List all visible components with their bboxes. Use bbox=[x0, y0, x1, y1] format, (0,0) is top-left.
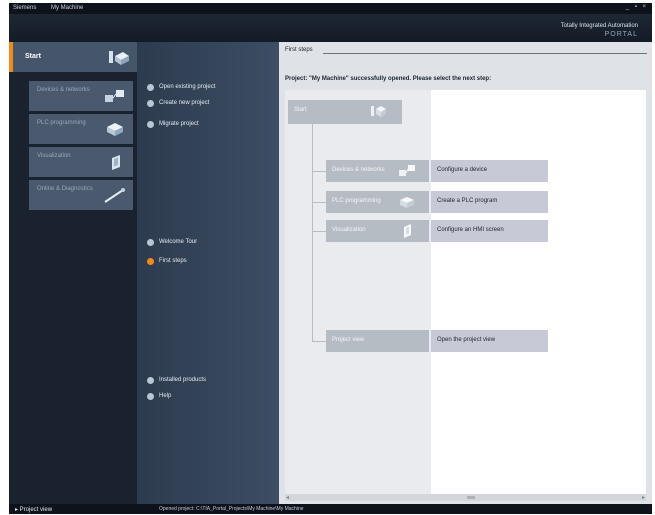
bullet-icon bbox=[147, 100, 154, 107]
connector-branch bbox=[312, 171, 326, 172]
step-description-project-view[interactable]: Open the project view bbox=[431, 330, 548, 352]
horizontal-scrollbar[interactable]: ◂ ▸ bbox=[285, 494, 646, 501]
title-divider bbox=[323, 53, 647, 54]
diagnostics-probe-icon bbox=[104, 188, 125, 203]
network-devices-icon bbox=[105, 90, 124, 102]
hmi-panel-icon bbox=[404, 224, 411, 238]
page-title: First steps bbox=[285, 47, 313, 53]
step-devices-networks[interactable]: Devices & networks bbox=[326, 160, 429, 182]
step-visualization[interactable]: Visualization bbox=[326, 220, 429, 242]
active-accent-bar bbox=[9, 42, 13, 72]
project-name: My Machine bbox=[51, 5, 84, 11]
start-cube-icon bbox=[109, 51, 129, 65]
step-description: Configure an HMI screen bbox=[437, 227, 504, 233]
connector-branch bbox=[312, 341, 326, 342]
network-devices-icon bbox=[399, 165, 415, 176]
step-description: Open the project view bbox=[437, 337, 496, 343]
hmi-panel-icon bbox=[112, 155, 120, 170]
portal-item-label: Visualization bbox=[37, 153, 71, 159]
portal-plc-programming[interactable]: PLC programming bbox=[29, 114, 133, 144]
project-view-link[interactable]: ▸ Project view bbox=[15, 506, 52, 513]
root-start-node: Start bbox=[288, 100, 402, 124]
portal-item-label: PLC programming bbox=[37, 120, 86, 126]
step-label: PLC programming bbox=[332, 198, 381, 204]
portal-online-diagnostics[interactable]: Online & Diagnostics bbox=[29, 180, 133, 210]
step-description-devices[interactable]: Configure a device bbox=[431, 160, 548, 182]
step-label: Visualization bbox=[332, 227, 366, 233]
status-bar-text: Opened project: C:\TIA_Portal_Projects\M… bbox=[159, 506, 304, 512]
footer-bar: ▸ Project view Opened project: C:\TIA_Po… bbox=[9, 504, 652, 514]
step-label: Devices & networks bbox=[332, 167, 385, 173]
step-label: Project view bbox=[332, 337, 365, 343]
step-plc-programming[interactable]: PLC programming bbox=[326, 191, 429, 213]
action-list: Open existing project Create new project… bbox=[137, 42, 279, 504]
brand-line2: PORTAL bbox=[604, 31, 638, 38]
step-description: Configure a device bbox=[437, 167, 488, 173]
portal-item-label: Devices & networks bbox=[37, 87, 90, 93]
first-steps-panel: First steps Project: "My Machine" succes… bbox=[279, 42, 652, 504]
connector-branch bbox=[312, 202, 326, 203]
action-label: Help bbox=[159, 393, 172, 399]
canvas-left-shade bbox=[285, 90, 431, 494]
scroll-thumb[interactable] bbox=[467, 496, 475, 499]
action-label: Welcome Tour bbox=[159, 239, 198, 245]
action-label: Open existing project bbox=[159, 84, 216, 90]
plc-block-icon bbox=[107, 123, 123, 136]
status-message: Project: "My Machine" successfully opene… bbox=[285, 76, 492, 82]
step-project-view[interactable]: Project view bbox=[326, 330, 429, 352]
bullet-icon bbox=[147, 121, 154, 128]
root-label: Start bbox=[294, 107, 307, 113]
active-bullet-icon bbox=[147, 258, 154, 265]
brand-line1: Totally Integrated Automation bbox=[560, 23, 638, 29]
bullet-icon bbox=[147, 84, 154, 91]
step-description: Create a PLC program bbox=[437, 198, 498, 204]
tia-portal-window: Siemens My Machine _ ▪ × Totally Integra… bbox=[9, 3, 652, 514]
steps-canvas: Start Devices & networks Configure a dev… bbox=[285, 90, 646, 494]
step-description-plc[interactable]: Create a PLC program bbox=[431, 191, 548, 213]
action-label: Create new project bbox=[159, 100, 210, 106]
title-bar: Siemens My Machine _ ▪ × bbox=[9, 3, 652, 14]
portal-devices-networks[interactable]: Devices & networks bbox=[29, 81, 133, 111]
portal-start-label: Start bbox=[25, 53, 41, 60]
bullet-icon bbox=[147, 377, 154, 384]
scroll-left-arrow-icon[interactable]: ◂ bbox=[286, 494, 289, 501]
window-controls[interactable]: _ ▪ × bbox=[626, 4, 648, 10]
scroll-right-arrow-icon[interactable]: ▸ bbox=[642, 494, 645, 501]
brand-header: Totally Integrated Automation PORTAL bbox=[9, 14, 652, 42]
plc-block-icon bbox=[400, 197, 414, 208]
action-label: Installed products bbox=[159, 377, 207, 383]
step-description-hmi[interactable]: Configure an HMI screen bbox=[431, 220, 548, 242]
portal-nav: Start Devices & networks PLC programming bbox=[9, 42, 137, 504]
connector-trunk bbox=[312, 124, 313, 341]
connector-branch bbox=[312, 231, 326, 232]
app-name: Siemens bbox=[13, 5, 37, 11]
bullet-icon bbox=[147, 393, 154, 400]
bullet-icon bbox=[147, 239, 154, 246]
portal-visualization[interactable]: Visualization bbox=[29, 147, 133, 177]
action-label: Migrate project bbox=[159, 121, 199, 127]
portal-start[interactable]: Start bbox=[9, 42, 137, 72]
portal-item-label: Online & Diagnostics bbox=[37, 186, 93, 192]
start-cube-icon bbox=[371, 106, 386, 117]
action-label: First steps bbox=[159, 258, 187, 264]
